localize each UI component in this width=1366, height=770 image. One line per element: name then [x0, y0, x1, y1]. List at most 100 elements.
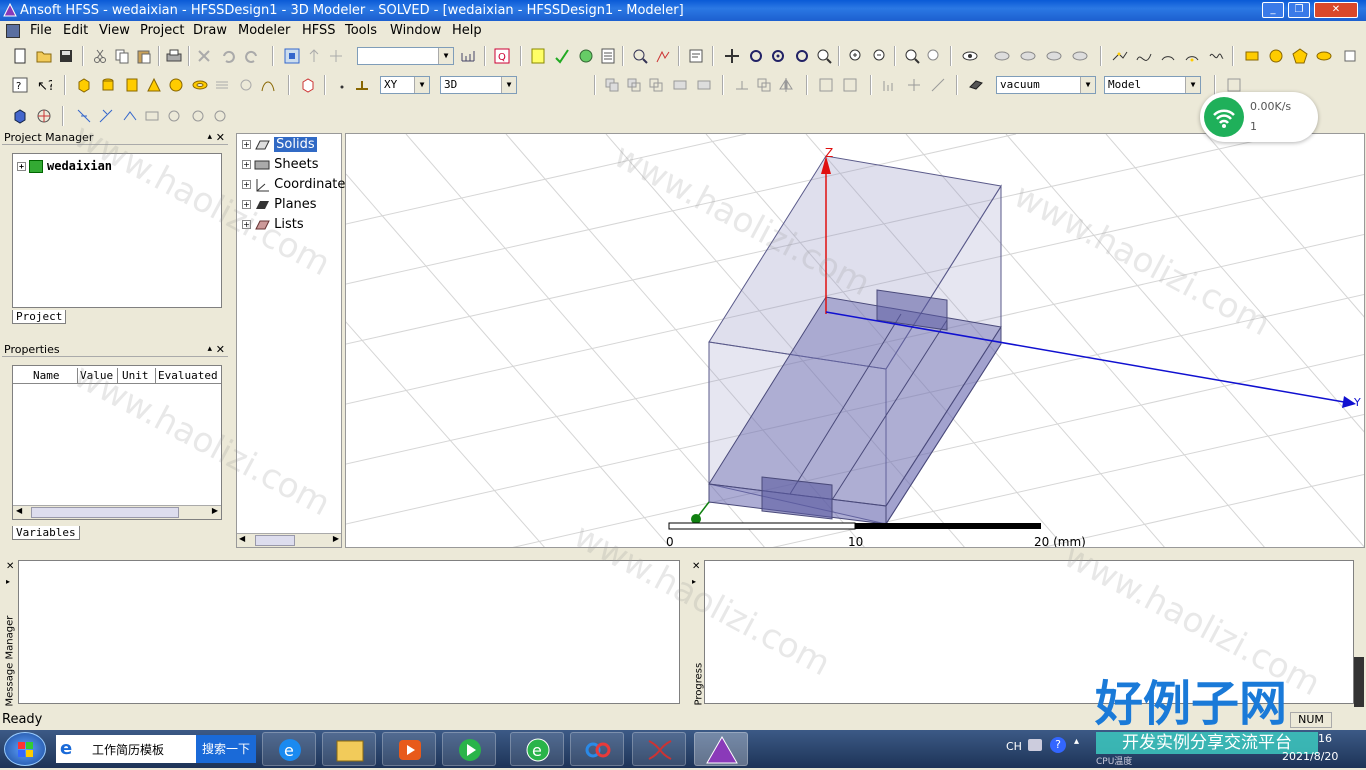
material-combo[interactable]: vacuum ▼: [996, 76, 1096, 94]
col-name[interactable]: Name: [33, 369, 60, 382]
draw-regular-polyhedron-icon[interactable]: [124, 77, 140, 93]
tree-item-lists[interactable]: + Lists: [242, 217, 304, 232]
panel-close-icon[interactable]: ✕: [692, 561, 700, 572]
close-button[interactable]: ✕: [1314, 2, 1358, 18]
draw-cone-icon[interactable]: [146, 77, 162, 93]
rotate-screen-icon[interactable]: [794, 48, 810, 64]
tree-label-lists[interactable]: Lists: [274, 217, 304, 232]
taskbar-baidu-netdisk[interactable]: [570, 732, 624, 766]
coordinate-system-icon[interactable]: [1226, 77, 1242, 93]
minimize-button[interactable]: _: [1262, 2, 1284, 18]
zoom-in-icon[interactable]: [848, 48, 864, 64]
start-button[interactable]: [4, 732, 46, 766]
draw-torus-icon[interactable]: [192, 77, 208, 93]
show-all-icon[interactable]: [962, 48, 978, 64]
dimension-combo[interactable]: 3D ▼: [440, 76, 517, 94]
keyboard-icon[interactable]: [1028, 739, 1042, 751]
tree-label-solids[interactable]: Solids: [274, 137, 317, 152]
expand-icon[interactable]: +: [17, 162, 26, 171]
zoom-icon[interactable]: [816, 48, 832, 64]
horizontal-scrollbar[interactable]: ◀ ▶: [13, 505, 221, 519]
print-icon[interactable]: [166, 48, 182, 64]
draw-line-icon[interactable]: [1112, 48, 1128, 64]
menu-tools[interactable]: Tools: [345, 23, 377, 38]
panel-pin-icon[interactable]: ▴: [207, 343, 212, 356]
sweep-icon[interactable]: [818, 77, 834, 93]
scroll-thumb[interactable]: [255, 535, 295, 546]
panel-close-icon[interactable]: ✕: [216, 131, 225, 144]
selection-filter-combo[interactable]: ▼: [357, 47, 454, 65]
help-pointer-icon[interactable]: ↖?: [36, 77, 52, 93]
search-input[interactable]: 工作简历模板: [92, 741, 164, 758]
menu-draw[interactable]: Draw: [193, 23, 227, 38]
properties-icon[interactable]: [688, 48, 704, 64]
scroll-right-icon[interactable]: ▶: [212, 506, 218, 515]
menu-view[interactable]: View: [99, 23, 130, 38]
imprint-icon[interactable]: [696, 77, 712, 93]
tree-label-coordinate[interactable]: Coordinate: [274, 177, 345, 192]
expand-icon[interactable]: +: [242, 200, 251, 209]
validate-icon[interactable]: [530, 48, 546, 64]
3d-viewport[interactable]: Z Y 0 10 20 (mm): [345, 133, 1365, 548]
taskbar-ie[interactable]: e: [262, 732, 316, 766]
fit-all-icon[interactable]: [904, 48, 920, 64]
col-evaluated[interactable]: Evaluated: [155, 368, 218, 384]
select-edges-icon[interactable]: [328, 48, 344, 64]
project-node[interactable]: + wedaixian: [17, 159, 112, 173]
redo-icon[interactable]: [244, 48, 260, 64]
rotate-axis-icon[interactable]: [770, 48, 786, 64]
boundary-icon[interactable]: [12, 108, 28, 124]
rotate-object-icon[interactable]: [906, 77, 922, 93]
panel-close-icon[interactable]: ✕: [6, 561, 14, 572]
mirror-icon[interactable]: [778, 77, 794, 93]
draw-helix-icon[interactable]: [214, 77, 230, 93]
draw-rectangle-icon[interactable]: [1244, 48, 1260, 64]
viewport-canvas[interactable]: Z Y 0 10 20 (mm): [346, 134, 1365, 548]
duplicate-icon[interactable]: [756, 77, 772, 93]
draw-polygon-icon[interactable]: [1292, 48, 1308, 64]
help-icon[interactable]: ?: [1050, 737, 1066, 753]
taskbar-video-player[interactable]: [442, 732, 496, 766]
vertical-scrollbar[interactable]: [1354, 657, 1364, 707]
expand-icon[interactable]: +: [242, 140, 251, 149]
model-combo[interactable]: Model ▼: [1104, 76, 1201, 94]
intersect-icon[interactable]: [648, 77, 664, 93]
menu-window[interactable]: Window: [390, 23, 441, 38]
menu-modeler[interactable]: Modeler: [238, 23, 290, 38]
tree-label-planes[interactable]: Planes: [274, 197, 316, 212]
hide-icon[interactable]: [994, 48, 1010, 64]
document-icon[interactable]: [6, 24, 20, 38]
tab-project[interactable]: Project: [12, 310, 67, 324]
cut-icon[interactable]: [92, 48, 108, 64]
taskbar-hfss[interactable]: [694, 732, 748, 766]
draw-spiral-icon[interactable]: [238, 77, 254, 93]
zoom-fit-icon[interactable]: [632, 48, 648, 64]
col-unit[interactable]: Unit: [117, 368, 149, 384]
menu-help[interactable]: Help: [452, 23, 482, 38]
fit-selection-icon[interactable]: [926, 48, 942, 64]
field-overlay-icon[interactable]: [600, 48, 616, 64]
scroll-left-icon[interactable]: ◀: [239, 534, 245, 543]
col-value[interactable]: Value: [77, 368, 113, 384]
expand-icon[interactable]: +: [242, 180, 251, 189]
tree-item-planes[interactable]: + Planes: [242, 197, 317, 212]
tree-item-coordinate[interactable]: + Coordinate: [242, 177, 345, 192]
scroll-thumb[interactable]: [31, 507, 179, 518]
split-icon[interactable]: [672, 77, 688, 93]
tree-horizontal-scrollbar[interactable]: ◀ ▶: [237, 533, 341, 547]
panel-pin-icon[interactable]: ▸: [692, 577, 696, 586]
snap-center-icon[interactable]: [166, 108, 182, 124]
visibility-icon[interactable]: [1072, 48, 1088, 64]
grid-plane-combo[interactable]: XY ▼: [380, 76, 430, 94]
draw-spline-icon[interactable]: [1136, 48, 1152, 64]
draw-box-icon[interactable]: [76, 77, 92, 93]
hide-selection-icon[interactable]: [1046, 48, 1062, 64]
maximize-button[interactable]: ❐: [1288, 2, 1310, 18]
menu-project[interactable]: Project: [140, 23, 184, 38]
menu-file[interactable]: File: [30, 23, 52, 38]
tree-item-sheets[interactable]: + Sheets: [242, 157, 319, 172]
menu-edit[interactable]: Edit: [63, 23, 88, 38]
save-icon[interactable]: [58, 48, 74, 64]
snap-vertex-icon[interactable]: [98, 108, 114, 124]
open-folder-icon[interactable]: [36, 48, 52, 64]
